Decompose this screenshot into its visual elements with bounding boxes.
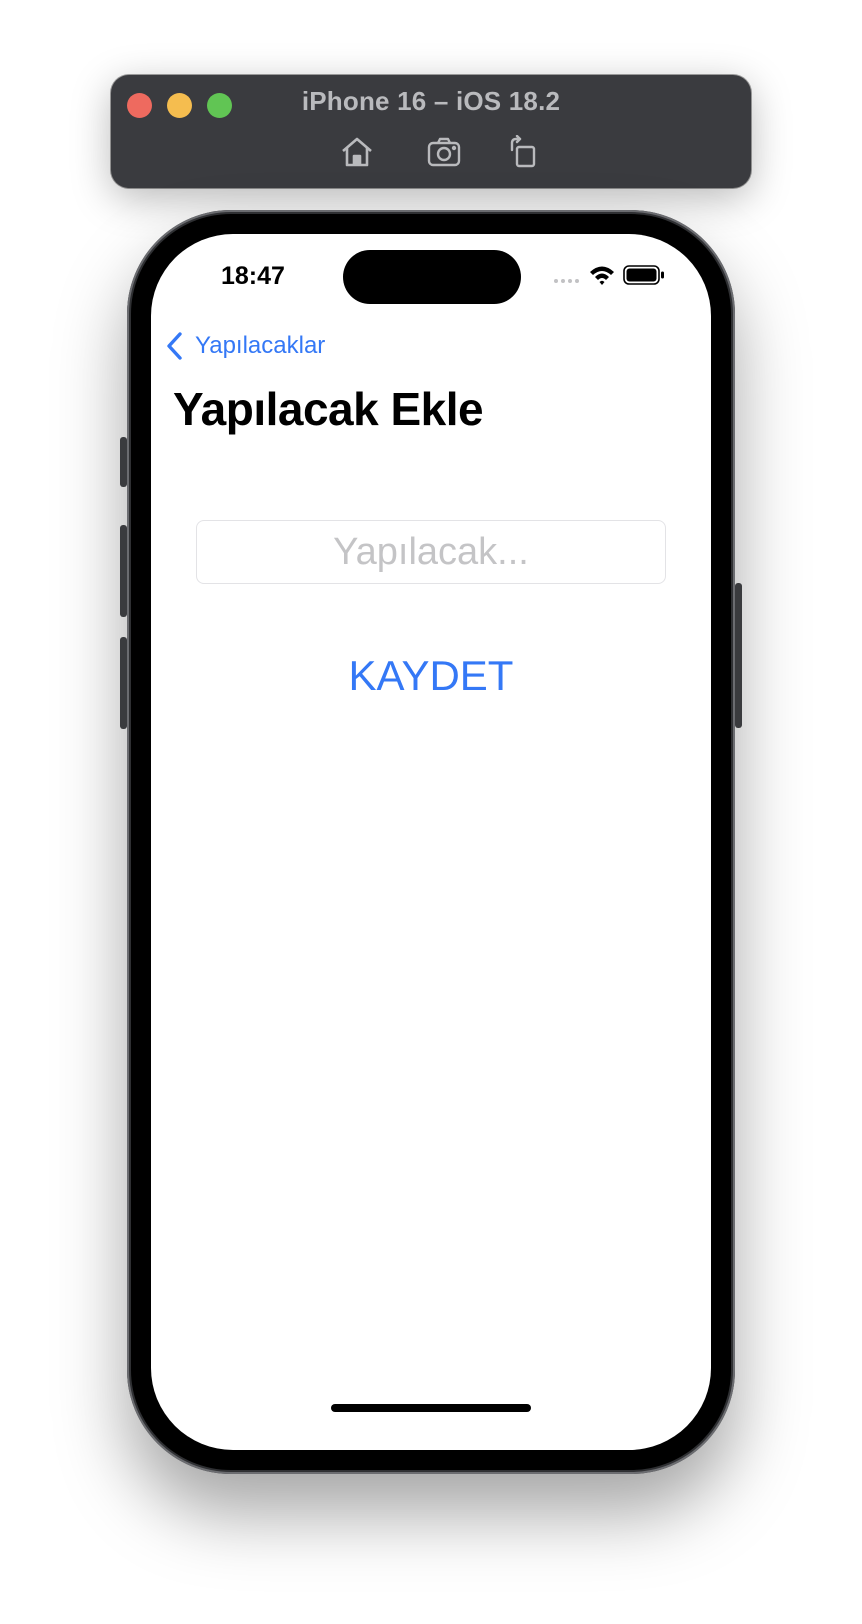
power-button	[735, 583, 742, 728]
screenshot-icon[interactable]	[425, 135, 465, 169]
save-button[interactable]: KAYDET	[151, 652, 711, 700]
chevron-left-icon	[167, 332, 182, 360]
page-title: Yapılacak Ekle	[173, 383, 484, 435]
volume-down-button	[120, 637, 127, 729]
simulator-title: iPhone 16 – iOS 18.2	[301, 86, 561, 116]
dynamic-island	[343, 250, 521, 304]
phone-screen: 18:47 Yapılacaklar Yapılacak Ekle Yapıla…	[151, 234, 711, 1450]
todo-input[interactable]	[196, 520, 666, 584]
back-button-label: Yapılacaklar	[195, 332, 326, 359]
rotate-icon[interactable]	[505, 134, 545, 169]
home-indicator[interactable]	[331, 1404, 531, 1412]
simulator-stage: iPhone 16 – iOS 18.2 18:47 Yapılacaklar …	[0, 0, 862, 1624]
back-button[interactable]: Yapılacaklar	[165, 326, 325, 366]
volume-up-button	[120, 525, 127, 617]
status-icons	[553, 264, 673, 290]
action-button	[120, 437, 127, 487]
status-time: 18:47	[221, 262, 285, 290]
home-icon[interactable]	[337, 135, 377, 169]
